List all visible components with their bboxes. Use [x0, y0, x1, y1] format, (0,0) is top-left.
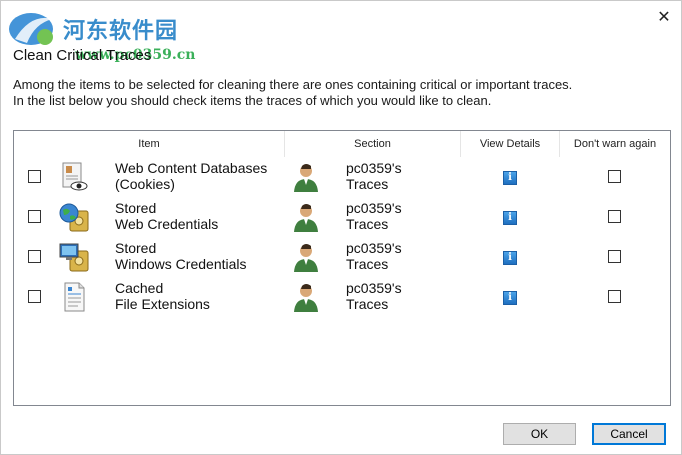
user-icon — [294, 164, 318, 192]
user-icon — [294, 244, 318, 272]
section-label: pc0359's Traces — [346, 280, 402, 312]
section-label: pc0359's Traces — [346, 240, 402, 272]
file-list-icon — [64, 282, 85, 312]
watermark-logo-icon — [9, 13, 53, 45]
item-label: Stored Web Credentials — [115, 200, 218, 232]
column-header-dont-warn[interactable]: Don't warn again — [560, 131, 670, 157]
list-item[interactable]: Web Content Databases (Cookies) pc0359's… — [14, 157, 670, 197]
item-checkbox[interactable] — [28, 250, 41, 263]
ok-button[interactable]: OK — [503, 423, 576, 445]
info-icon[interactable]: i — [503, 171, 517, 185]
item-checkbox[interactable] — [28, 170, 41, 183]
item-checkbox[interactable] — [28, 210, 41, 223]
item-label-line2: (Cookies) — [115, 176, 175, 192]
description-line-2: In the list below you should check items… — [13, 93, 492, 108]
info-icon[interactable]: i — [503, 251, 517, 265]
item-label-line1: Stored — [115, 200, 157, 216]
section-label-line1: pc0359's — [346, 200, 402, 216]
watermark-brand: 河东软件园 — [63, 19, 179, 44]
info-icon[interactable]: i — [503, 211, 517, 225]
dont-warn-checkbox[interactable] — [608, 290, 621, 303]
dialog-description: Among the items to be selected for clean… — [13, 77, 572, 109]
column-header-item[interactable]: Item — [14, 131, 285, 157]
close-icon: ✕ — [657, 6, 671, 26]
section-label-line2: Traces — [346, 216, 389, 232]
list-item[interactable]: Stored Windows Credentials pc0359's Trac… — [14, 237, 670, 277]
item-label-line1: Web Content Databases — [115, 160, 268, 176]
description-line-1: Among the items to be selected for clean… — [13, 77, 573, 92]
section-label-line2: Traces — [346, 296, 389, 312]
document-eye-icon — [62, 162, 88, 191]
item-label-line1: Cached — [115, 280, 164, 296]
dialog-window: 河东软件园 www.pc0359.cn ✕ Clean Critical Tra… — [0, 0, 682, 455]
dialog-title: Clean Critical Traces — [13, 47, 152, 64]
column-header-section[interactable]: Section — [285, 131, 461, 157]
section-label-line1: pc0359's — [346, 280, 402, 296]
section-label: pc0359's Traces — [346, 160, 402, 192]
item-label: Web Content Databases (Cookies) — [115, 160, 267, 192]
item-label-line2: Windows Credentials — [115, 256, 247, 272]
dont-warn-checkbox[interactable] — [608, 250, 621, 263]
info-icon[interactable]: i — [503, 291, 517, 305]
section-label-line2: Traces — [346, 176, 389, 192]
dont-warn-checkbox[interactable] — [608, 170, 621, 183]
cancel-button[interactable]: Cancel — [592, 423, 666, 445]
item-label-line2: Web Credentials — [115, 216, 219, 232]
section-label-line1: pc0359's — [346, 240, 402, 256]
globe-safe-icon — [59, 203, 89, 232]
item-label-line2: File Extensions — [115, 296, 210, 312]
list-item[interactable]: Cached File Extensions pc0359's Traces i — [14, 277, 670, 317]
item-label: Stored Windows Credentials — [115, 240, 247, 272]
watermark: 河东软件园 — [5, 9, 178, 49]
column-header-view-details[interactable]: View Details — [461, 131, 560, 157]
item-checkbox[interactable] — [28, 290, 41, 303]
user-icon — [294, 284, 318, 312]
list-item[interactable]: Stored Web Credentials pc0359's Traces i — [14, 197, 670, 237]
item-label-line1: Stored — [115, 240, 157, 256]
section-label-line1: pc0359's — [346, 160, 402, 176]
item-label: Cached File Extensions — [115, 280, 210, 312]
traces-list: Item Section View Details Don't warn aga… — [13, 130, 671, 406]
section-label: pc0359's Traces — [346, 200, 402, 232]
computer-safe-icon — [59, 243, 89, 272]
user-icon — [294, 204, 318, 232]
dont-warn-checkbox[interactable] — [608, 210, 621, 223]
close-button[interactable]: ✕ — [653, 5, 675, 27]
list-header: Item Section View Details Don't warn aga… — [14, 131, 670, 157]
section-label-line2: Traces — [346, 256, 389, 272]
